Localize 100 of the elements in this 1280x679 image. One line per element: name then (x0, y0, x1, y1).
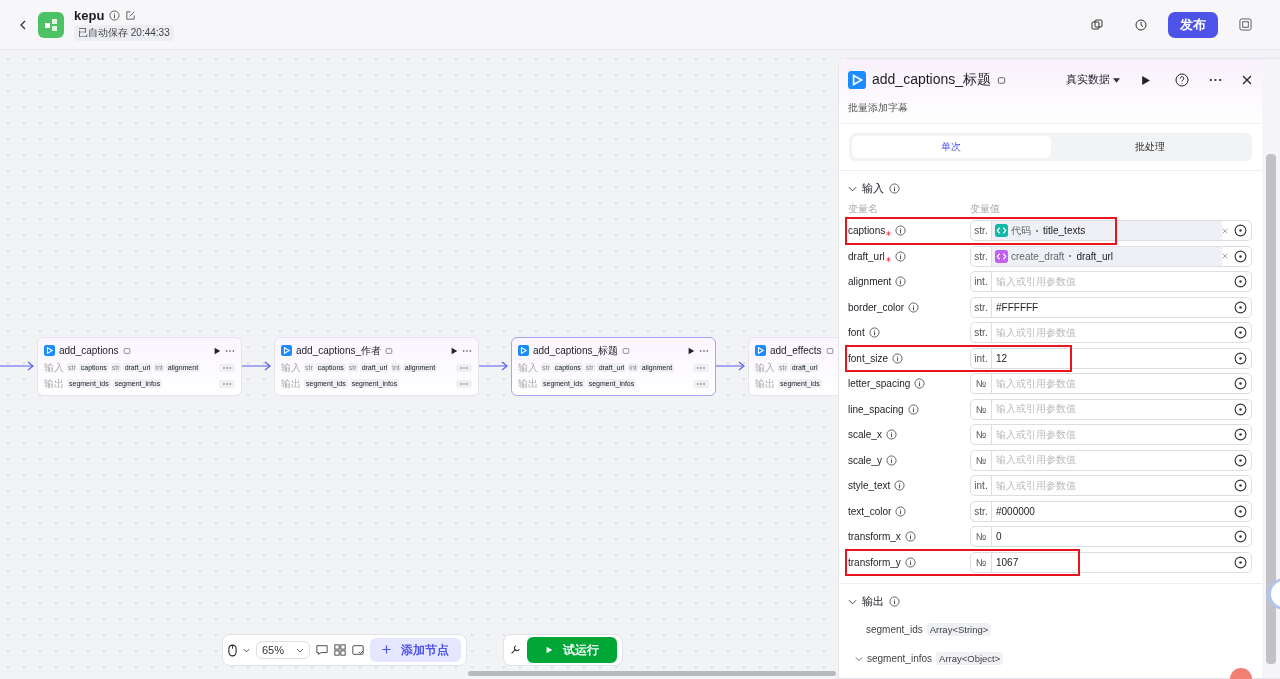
type-tag: № (971, 425, 992, 445)
param-field[interactable]: № 输入或引用参数值 (970, 398, 1252, 420)
info-icon (904, 531, 916, 543)
grid-icon[interactable] (334, 644, 347, 656)
param-field[interactable]: № 输入或引用参数值 (970, 424, 1252, 446)
placeholder-text: 输入或引用参数值 (995, 376, 1077, 391)
variable-picker-icon[interactable] (1234, 326, 1247, 340)
output-label: 输出 (518, 376, 539, 391)
play-logo-icon (44, 345, 55, 356)
output-name: segment_infos (867, 653, 933, 664)
variable-picker-icon[interactable] (1234, 504, 1247, 518)
node-title: add_captions_作者 (296, 343, 382, 358)
param-field[interactable]: str. 输入或引用参数值 (970, 322, 1252, 344)
info-icon (885, 454, 897, 466)
param-field[interactable]: int. 12 (970, 347, 1252, 369)
input-label: 输入 (518, 360, 539, 375)
param-field[interactable]: str. create_draft draft_url (970, 245, 1252, 267)
source-node-name: 代码 (1011, 223, 1031, 238)
variable-picker-icon[interactable] (1234, 555, 1247, 569)
close-icon[interactable] (1242, 75, 1252, 85)
param-name: captions (848, 225, 886, 237)
mode-tab[interactable]: 单次 (852, 136, 1051, 158)
node-menu-icon (997, 75, 1007, 85)
input-label: 输入 (44, 360, 65, 375)
info-icon (895, 276, 907, 288)
help-icon[interactable] (1175, 73, 1189, 87)
variable-picker-icon[interactable] (1234, 453, 1247, 467)
window-icon[interactable] (1238, 18, 1252, 31)
caret-icon[interactable] (243, 647, 250, 653)
param-field[interactable]: int. 输入或引用参数值 (970, 271, 1252, 293)
variable-picker-icon[interactable] (1234, 300, 1247, 314)
placeholder-text: 输入或引用参数值 (995, 402, 1077, 417)
type-tag: № (971, 527, 992, 547)
variable-picker-icon[interactable] (1234, 224, 1247, 238)
variable-picker-icon[interactable] (1234, 402, 1247, 416)
node-title: add_captions (59, 345, 119, 356)
param-field[interactable]: str. #FFFFFF (970, 296, 1252, 318)
horizontal-scrollbar[interactable] (468, 671, 836, 676)
back-icon[interactable] (18, 19, 28, 30)
variable-picker-icon[interactable] (1234, 428, 1247, 442)
info-icon (889, 183, 900, 194)
info-icon (895, 225, 907, 237)
type-tag: int. (971, 476, 992, 496)
panel-description: 批量添加字幕 (848, 101, 909, 115)
variable-picker-icon[interactable] (1234, 249, 1247, 263)
copy-icon[interactable] (1091, 18, 1103, 31)
variable-picker-icon[interactable] (1234, 377, 1247, 391)
output-type: Array<Object> (936, 652, 1004, 665)
info-icon (894, 250, 906, 262)
param-field[interactable]: № 输入或引用参数值 (970, 373, 1252, 395)
autosave-status: 已自动保存 20:44:33 (74, 25, 174, 41)
param-field[interactable]: str. 代码 title_texts (970, 220, 1252, 242)
placeholder-text: 输入或引用参数值 (995, 478, 1077, 493)
param-name: scale_y (848, 454, 882, 466)
vertical-scrollbar[interactable] (1262, 59, 1280, 678)
history-icon[interactable] (1135, 18, 1147, 31)
type-tag: № (971, 450, 992, 470)
run-icon[interactable] (450, 346, 458, 355)
publish-button[interactable]: 发布 (1168, 11, 1218, 38)
app-logo (38, 11, 64, 38)
param-field[interactable]: int. 输入或引用参数值 (970, 475, 1252, 497)
variable-picker-icon[interactable] (1234, 275, 1247, 289)
type-tag: № (971, 374, 992, 394)
param-field[interactable]: № 0 (970, 526, 1252, 548)
add-node-button[interactable]: 添加节点 (370, 638, 462, 662)
param-field[interactable]: str. #000000 (970, 500, 1252, 522)
param-name: text_color (848, 505, 892, 517)
minimap-icon[interactable] (352, 644, 365, 656)
param-name: line_spacing (848, 403, 904, 415)
info-icon (885, 429, 897, 441)
edit-icon[interactable] (125, 10, 137, 21)
mouse-icon[interactable] (228, 643, 237, 657)
param-name: scale_x (848, 429, 882, 441)
run-icon[interactable] (1140, 74, 1151, 86)
wrench-icon[interactable] (509, 644, 521, 656)
caret-icon[interactable] (296, 647, 305, 653)
play-logo-icon (848, 71, 866, 89)
run-icon[interactable] (687, 346, 695, 355)
zoom-select[interactable]: 65% (256, 641, 311, 659)
mode-tab[interactable]: 批处理 (1050, 136, 1249, 158)
node-menu-icon (385, 346, 394, 355)
run-icon[interactable] (213, 346, 221, 355)
column-header: 变量值 (970, 202, 1000, 216)
info-icon (892, 352, 904, 364)
chevron-icon[interactable] (848, 185, 857, 192)
param-field[interactable]: № 输入或引用参数值 (970, 449, 1252, 471)
data-mode-select[interactable]: 真实数据 (1066, 73, 1120, 87)
output-name: segment_ids (866, 624, 923, 635)
variable-picker-icon[interactable] (1234, 530, 1247, 544)
param-name: font_size (848, 352, 889, 364)
variable-picker-icon[interactable] (1234, 351, 1247, 365)
param-name: transform_x (848, 531, 901, 543)
variable-picker-icon[interactable] (1234, 479, 1247, 493)
output-type: Array<String> (926, 623, 992, 636)
value-text: #FFFFFF (995, 301, 1040, 313)
param-field[interactable]: № 1067 (970, 551, 1252, 573)
comment-icon[interactable] (316, 644, 329, 656)
type-tag: int. (971, 348, 992, 368)
chevron-icon[interactable] (848, 598, 857, 605)
more-icon[interactable] (1209, 78, 1222, 82)
